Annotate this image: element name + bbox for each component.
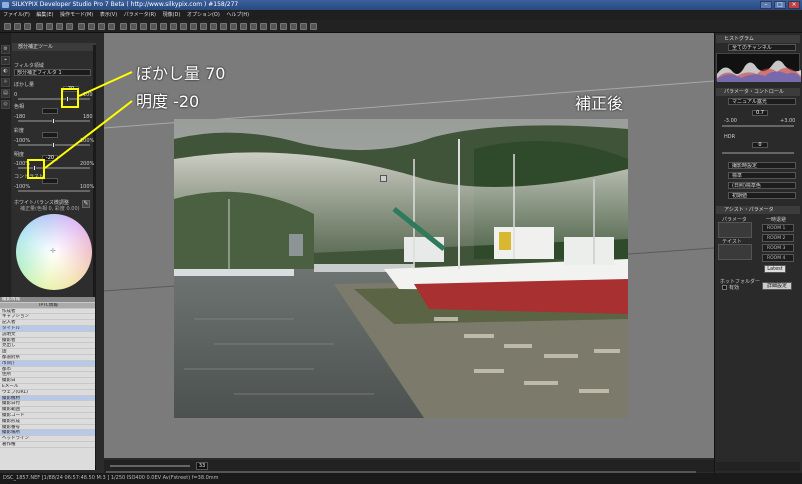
toolbar-button-27[interactable] [270,23,277,30]
hdr-slider-track[interactable] [722,152,794,154]
hotfolder-checkbox[interactable] [722,285,727,290]
toolbar-button-31[interactable] [310,23,317,30]
param-control-title: パラメータ・コントロール [716,88,800,96]
toolbar-button-16[interactable] [160,23,167,30]
room-4[interactable]: ROOM 4 [762,254,794,262]
toolbar-button-9[interactable] [88,23,95,30]
toolbar-button-18[interactable] [180,23,187,30]
param-item-4[interactable]: 初期値 [728,192,796,199]
toolbar-button-28[interactable] [280,23,287,30]
histogram [716,53,801,82]
brightness-callout-line [44,100,133,169]
room-2[interactable]: ROOM 2 [762,234,794,242]
toolbar-button-23[interactable] [230,23,237,30]
exposure-value-input[interactable]: 0.7 [752,110,768,116]
hdr-label: HDR [724,134,736,140]
toolbar-button-29[interactable] [290,23,297,30]
room-1[interactable]: ROOM 1 [762,224,794,232]
zoom-slider-track[interactable] [110,465,190,467]
param-item-3[interactable]: (日照)標準色 [728,182,796,189]
toolbar-button-4[interactable] [36,23,43,30]
exposure-max: +3.00 [780,118,796,124]
toolbar-button-20[interactable] [200,23,207,30]
param-group-buttons[interactable] [718,222,752,238]
toolbar-button-14[interactable] [140,23,147,30]
hdr-value-input[interactable]: 0 [752,142,768,148]
toolbar-button-30[interactable] [300,23,307,30]
toolbar-button-19[interactable] [190,23,197,30]
param-item-1[interactable]: 撮影時設定 [728,162,796,169]
annotation-arrows [44,71,133,169]
right-bottom-toolbar [716,462,800,471]
toolbar-button-1[interactable] [4,23,11,30]
param-item-2[interactable]: 標準 [728,172,796,179]
room-3[interactable]: ROOM 3 [762,244,794,252]
toolbar-button-5[interactable] [46,23,53,30]
exposure-slider-track[interactable] [722,125,794,127]
toolbar-button-2[interactable] [14,23,21,30]
histogram-channel-select[interactable]: 全てのチャンネル [728,44,796,51]
annotation-blur: ぼかし量 70 [136,64,226,83]
toolbar-button-8[interactable] [78,23,85,30]
toolbar-button-6[interactable] [56,23,63,30]
taste-group-buttons[interactable] [718,244,752,260]
rooms-title: 一時退避 [766,217,787,223]
toolbar-button-12[interactable] [120,23,127,30]
toolbar-button-10[interactable] [98,23,105,30]
partial-filter-handle[interactable] [380,175,387,182]
hotfolder-settings-button[interactable]: 詳細設定 [762,282,792,290]
toolbar-button-26[interactable] [260,23,267,30]
toolbar-button-11[interactable] [108,23,115,30]
toolbar-button-24[interactable] [240,23,247,30]
hotfolder-enable-label: 有効 [729,285,740,291]
toolbar-button-22[interactable] [220,23,227,30]
toolbar-button-17[interactable] [170,23,177,30]
exposure-min: -3.00 [724,118,737,124]
annotation-brightness: 明度 -20 [136,92,200,111]
blur-callout-line [78,71,133,97]
exposure-mode-select[interactable]: マニュアル露光 [728,98,796,105]
toolbar-button-21[interactable] [210,23,217,30]
assist-param-title: アシスト・パラメータ [716,206,800,214]
histogram-title: ヒストグラム [716,35,800,43]
zoom-value[interactable]: 33 [196,462,208,470]
latest-button[interactable]: Latest [764,265,786,273]
hotfolder-title: ホットフォルダー [720,279,761,285]
status-bar: DSC_1857.NEF [1/88/24 06:57:48.50 M:3 ] … [0,473,802,484]
toolbar-button-13[interactable] [130,23,137,30]
toolbar-button-15[interactable] [150,23,157,30]
toolbar-button-3[interactable] [24,23,31,30]
status-text: DSC_1857.NEF [1/88/24 06:57:48.50 M:3 ] … [3,475,219,481]
toolbar-button-25[interactable] [250,23,257,30]
histogram-graph [717,60,801,82]
annotation-after: 補正後 [575,94,624,113]
toolbar-button-7[interactable] [66,23,73,30]
